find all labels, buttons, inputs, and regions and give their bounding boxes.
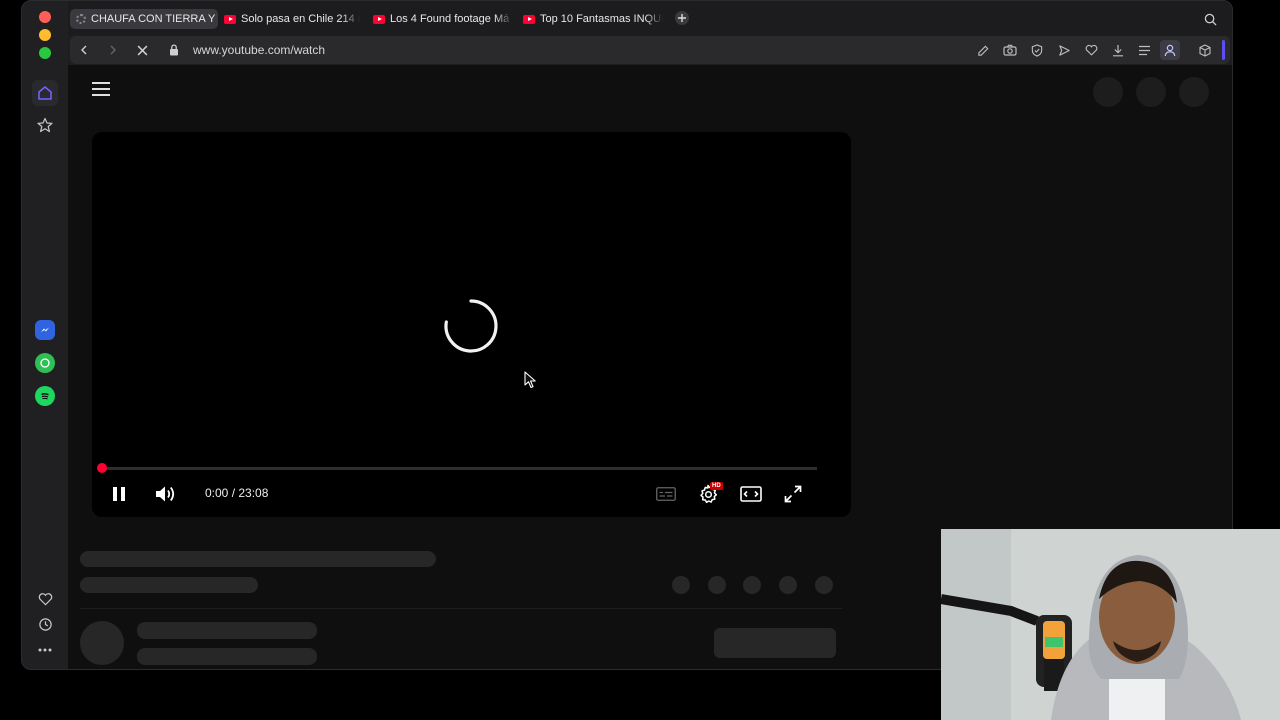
tab-bar: CHAUFA CON TIERRA Y Solo pasa en Chile 2… [68,1,1232,35]
close-icon [137,45,147,55]
list-icon[interactable] [1134,40,1154,60]
chevron-left-icon [81,45,87,55]
channel-subs-placeholder [137,648,317,665]
stop-loading-button[interactable] [132,40,152,60]
loading-spinner-icon [444,299,498,353]
tab-title: Los 4 Found footage Má [390,13,510,25]
chevron-right-icon [110,45,116,55]
action-placeholder-2 [708,576,726,594]
avatar-placeholder [80,621,124,665]
lock-icon [164,40,184,60]
star-icon[interactable] [32,112,58,138]
hd-badge: HD [710,482,723,490]
pause-button[interactable] [105,480,133,508]
progress-bar[interactable] [102,467,817,470]
subtitles-icon [656,487,676,501]
title-placeholder [80,551,436,567]
accent-bar [1222,40,1225,60]
close-window-button[interactable] [39,11,51,23]
minimize-window-button[interactable] [39,29,51,41]
new-tab-button[interactable] [675,11,689,25]
shield-icon[interactable] [1027,40,1047,60]
header-placeholder-2 [1136,77,1166,107]
action-placeholder-3 [743,576,761,594]
edit-icon[interactable] [973,40,993,60]
history-icon[interactable] [32,611,58,637]
heart-icon[interactable] [32,586,58,612]
profile-icon[interactable] [1160,40,1180,60]
scrubber-handle[interactable] [97,463,107,473]
divider [80,608,842,609]
more-icon[interactable] [32,637,58,663]
tab-found-footage[interactable]: Los 4 Found footage Má [373,9,513,29]
fullscreen-icon [784,485,802,503]
header-placeholder-1 [1093,77,1123,107]
search-tabs-icon[interactable] [1204,13,1218,27]
youtube-icon [523,14,535,24]
plus-icon [678,14,686,22]
messenger-icon[interactable] [35,320,55,340]
theater-mode-button[interactable] [737,480,765,508]
loading-icon [76,14,86,24]
download-icon[interactable] [1108,40,1128,60]
youtube-icon [373,14,385,24]
forward-button[interactable] [103,40,123,60]
subtitles-button[interactable] [652,480,680,508]
subtitle-placeholder [80,577,258,593]
pause-icon [113,487,125,501]
send-icon[interactable] [1054,40,1074,60]
settings-button[interactable]: HD [694,480,723,508]
tab-chaufa[interactable]: CHAUFA CON TIERRA Y [70,9,218,29]
heart-icon[interactable] [1081,40,1101,60]
tab-top-10[interactable]: Top 10 Fantasmas INQUI [523,9,663,29]
action-placeholder-1 [672,576,690,594]
theater-mode-icon [740,486,762,502]
action-placeholder-5 [815,576,833,594]
subscribe-button-placeholder [714,628,836,658]
header-placeholder-3 [1179,77,1209,107]
volume-button[interactable] [152,480,180,508]
tab-solo-pasa[interactable]: Solo pasa en Chile 214 ( [224,9,360,29]
camera-icon[interactable] [1000,40,1020,60]
video-player[interactable]: 0:00 / 23:08 HD [92,132,851,517]
tab-title: CHAUFA CON TIERRA Y [91,13,216,25]
streamer-webcam-image [941,529,1280,720]
home-icon[interactable] [32,80,58,106]
spotify-icon[interactable] [35,386,55,406]
back-button[interactable] [74,40,94,60]
extensions-cube-icon[interactable] [1195,40,1215,60]
browser-sidebar [22,1,68,669]
fullscreen-button[interactable] [779,480,807,508]
webcam-overlay [941,529,1280,720]
volume-icon [156,486,175,502]
youtube-icon [224,14,236,24]
hamburger-menu-icon[interactable] [92,82,110,96]
maximize-window-button[interactable] [39,47,51,59]
channel-name-placeholder [137,622,317,639]
time-display: 0:00 / 23:08 [205,486,269,500]
address-bar: www.youtube.com/watch [70,36,1230,64]
whatsapp-icon[interactable] [35,353,55,373]
mouse-cursor-icon [524,371,536,389]
action-placeholder-4 [779,576,797,594]
url-field[interactable]: www.youtube.com/watch [193,43,325,57]
